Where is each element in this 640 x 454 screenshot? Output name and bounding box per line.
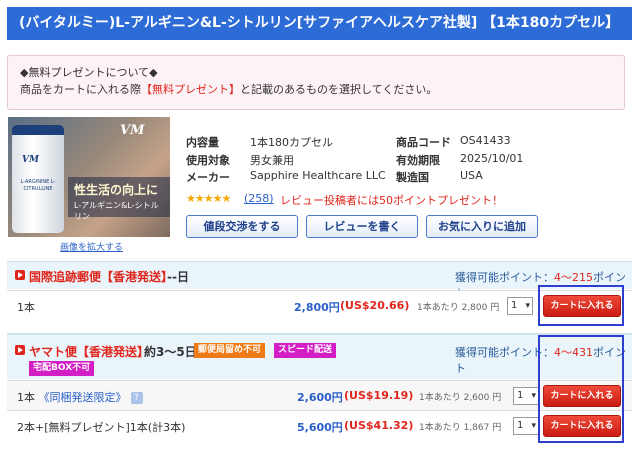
review-promo-text: レビュー投稿者には50ポイントプレゼント！ xyxy=(280,194,503,207)
enlarge-image-link[interactable]: 画像を拡大する xyxy=(60,240,123,253)
points-prefix: 獲得可能ポイント： xyxy=(455,271,554,284)
table-row: 1本 《同梱発送限定》? 2,600円 (US$19.19) 1本あたり 2,6… xyxy=(7,380,632,410)
expiry-label: 有効期限 xyxy=(396,154,440,167)
points-prefix: 獲得可能ポイント： xyxy=(455,346,554,359)
target-label: 使用対象 xyxy=(186,154,230,167)
maker-label: メーカー xyxy=(186,171,230,184)
option-label: 1本 《同梱発送限定》? xyxy=(17,389,143,405)
bottle-illustration: VM L-ARGININE L-CITRULLINE xyxy=(12,125,64,233)
free-gift-notice: ◆無料プレゼントについて◆ 商品をカートに入れる際【無料プレゼント】と記載のある… xyxy=(7,55,625,110)
add-to-cart-button[interactable]: カートに入れる xyxy=(543,385,621,407)
option-usd: (US$41.32) xyxy=(344,419,414,432)
add-favorite-button[interactable]: お気に入りに追加 xyxy=(426,215,538,238)
option-label: 2本+[無料プレゼント]1本(計3本) xyxy=(17,421,186,434)
option-price: 2,800円 xyxy=(294,301,340,314)
notice-highlight: 【無料プレゼント】 xyxy=(141,83,240,96)
tag-no-delivery-box: 宅配BOX不可 xyxy=(29,361,95,376)
product-image[interactable]: VM L-ARGININE L-CITRULLINE VM 性生活の向上に L-… xyxy=(8,117,170,237)
unit-price: 1本あたり 2,600 円 xyxy=(419,393,502,403)
table-row: 2本+[無料プレゼント]1本(計3本) 5,600円 (US$41.32) 1本… xyxy=(7,410,632,440)
code-label: 商品コード xyxy=(396,136,451,149)
review-count-link[interactable]: (258) xyxy=(244,192,274,205)
shipping-days: --日 xyxy=(167,270,189,284)
play-icon xyxy=(15,270,25,280)
quantity-select[interactable]: 1 xyxy=(507,297,533,315)
country-value: USA xyxy=(460,169,483,182)
points-info: 獲得可能ポイント：4〜431ポイント xyxy=(455,344,632,376)
notice-heading: ◆無料プレゼントについて◆ xyxy=(20,66,158,79)
write-review-button[interactable]: レビューを書く xyxy=(306,215,418,238)
negotiate-price-button[interactable]: 値段交渉をする xyxy=(186,215,298,238)
country-label: 製造国 xyxy=(396,171,429,184)
play-icon xyxy=(15,345,25,355)
add-to-cart-button[interactable]: カートに入れる xyxy=(543,415,621,437)
maker-value: Sapphire Healthcare LLC xyxy=(250,169,386,182)
option-usd: (US$20.66) xyxy=(340,299,410,312)
product-title: (バイタルミー)L-アルギニン&L-シトルリン[サファイアヘルスケア社製] 【1… xyxy=(7,7,632,40)
rating-stars-icon: ★★★★★ xyxy=(186,192,231,205)
tag-no-post-office: 郵便局留め不可 xyxy=(194,343,266,358)
bundle-only-link[interactable]: 《同梱発送限定》 xyxy=(39,391,127,404)
unit-price: 1本あたり 2,800 円 xyxy=(417,303,500,313)
notice-prefix: 商品をカートに入れる際 xyxy=(20,83,141,96)
points-range: 4〜431 xyxy=(554,346,593,359)
code-value: OS41433 xyxy=(460,134,511,147)
option-usd: (US$19.19) xyxy=(344,389,414,402)
content-value: 1本180カプセル xyxy=(250,136,333,149)
expiry-value: 2025/10/01 xyxy=(460,152,524,165)
bottle-label: L-ARGININE L-CITRULLINE xyxy=(20,179,56,192)
image-banner: 性生活の向上に L-アルギニン&L-シトルリン xyxy=(68,177,170,221)
quantity-select[interactable]: 1 xyxy=(513,387,539,405)
shipping-header-yamato: ヤマト便【香港発送】 約3〜5日 郵便局留め不可 スピード配送 宅配BOX不可 … xyxy=(7,333,632,379)
brand-logo: VM xyxy=(120,123,145,138)
option-price: 2,600円 xyxy=(297,391,343,404)
shipping-header-postal: 国際追跡郵便【香港発送】 --日 獲得可能ポイント：4〜215ポイント xyxy=(7,261,632,300)
add-to-cart-button[interactable]: カートに入れる xyxy=(543,295,621,317)
quantity-select[interactable]: 1 xyxy=(513,417,539,435)
notice-suffix: と記載のあるものを選択してください。 xyxy=(240,83,438,96)
shipping-name: 国際追跡郵便【香港発送】 xyxy=(29,270,174,284)
option-quantity: 1本 xyxy=(17,391,35,404)
banner-subtitle: L-アルギニン&L-シトルリン xyxy=(74,201,159,221)
tag-speed-delivery: スピード配送 xyxy=(274,343,337,358)
content-label: 内容量 xyxy=(186,136,219,149)
shipping-name: ヤマト便【香港発送】 xyxy=(29,345,150,359)
option-label: 1本 xyxy=(17,301,35,314)
help-icon[interactable]: ? xyxy=(130,392,143,404)
shipping-days: 約3〜5日 xyxy=(144,345,197,359)
bottle-logo: VM xyxy=(22,155,39,165)
notice-text: 商品をカートに入れる際【無料プレゼント】と記載のあるものを選択してください。 xyxy=(20,81,612,98)
table-row: 1本 2,800円 (US$20.66) 1本あたり 2,800 円 1 カート… xyxy=(7,290,632,320)
target-value: 男女兼用 xyxy=(250,154,294,167)
option-price: 5,600円 xyxy=(297,421,343,434)
points-range: 4〜215 xyxy=(554,271,593,284)
unit-price: 1本あたり 1,867 円 xyxy=(419,423,502,433)
banner-headline: 性生活の向上に xyxy=(74,183,159,197)
